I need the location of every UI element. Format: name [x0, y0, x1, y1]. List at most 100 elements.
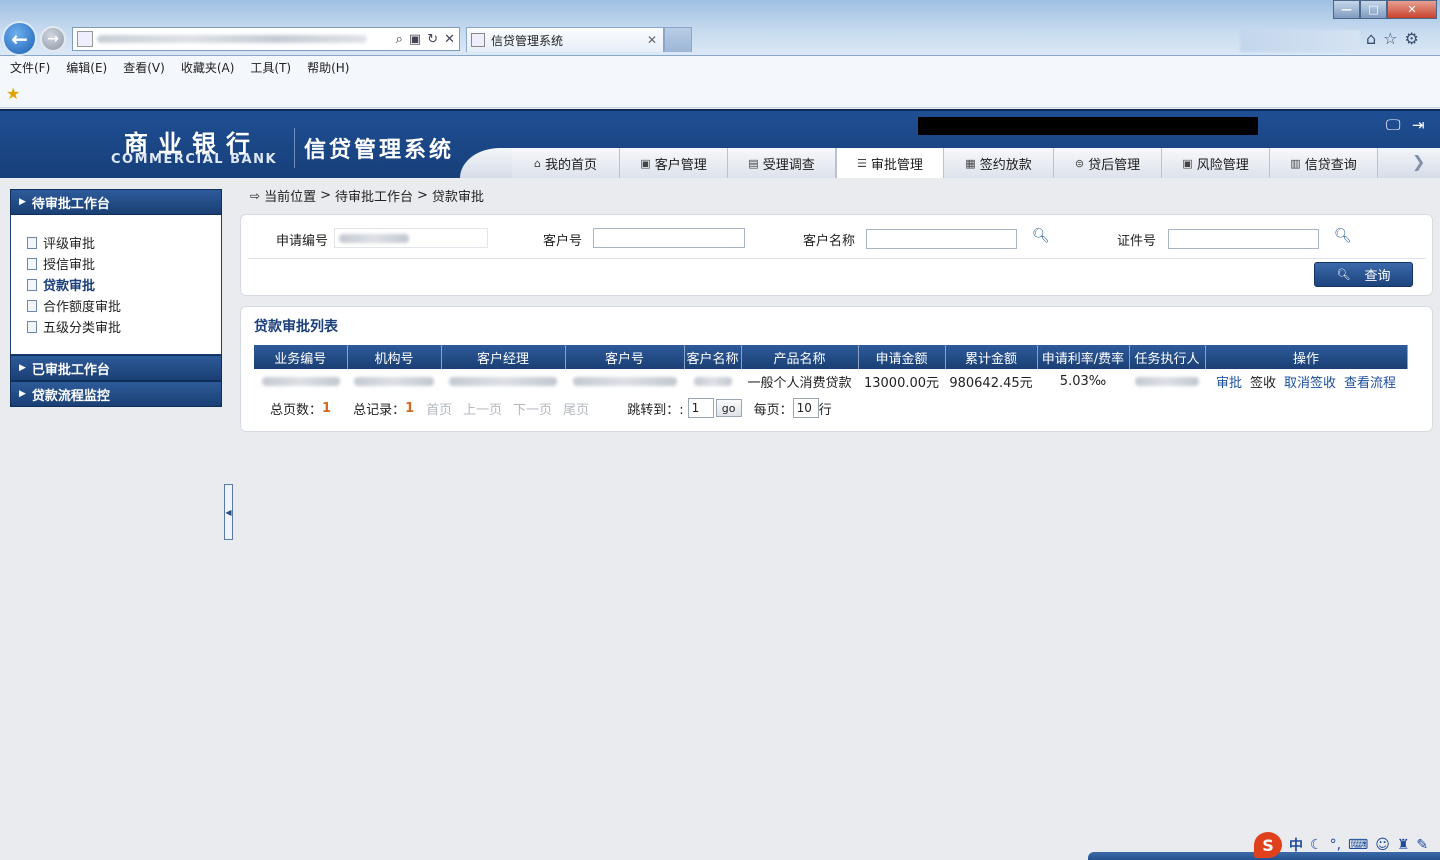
col-org-no[interactable]: 机构号	[347, 345, 442, 369]
prev-page-link[interactable]: 上一页	[463, 399, 502, 418]
risk-icon: ▣	[1182, 156, 1193, 170]
tab-query[interactable]: ▥ 信贷查询	[1270, 148, 1378, 178]
id-no-label: 证件号	[1117, 234, 1157, 249]
search-icon[interactable]: ⌕	[396, 32, 403, 47]
sidebar-collapse-handle[interactable]: ◀	[224, 484, 233, 540]
logout-icon[interactable]: ⇥	[1412, 116, 1425, 134]
pager: 总页数： 1 总记录： 1 首页 上一页 下一页 尾页 跳转到：: 1 go 每…	[270, 398, 832, 418]
tab-risk[interactable]: ▣ 风险管理	[1162, 148, 1270, 178]
stop-icon[interactable]: ✕	[444, 32, 455, 47]
approve-link[interactable]: 审批	[1216, 376, 1242, 391]
favorites-star-icon[interactable]: ☆	[1383, 29, 1397, 48]
customer-no-input[interactable]	[593, 228, 745, 248]
menu-favorites[interactable]: 收藏夹(A)	[181, 59, 235, 76]
moon-icon[interactable]: ☾	[1310, 837, 1323, 853]
customer-name-input[interactable]	[866, 229, 1017, 249]
ie-toolbar-icons: ⌂ ☆ ⚙	[1366, 29, 1419, 48]
sidebar-monitor-header[interactable]: ▶ 贷款流程监控	[10, 381, 222, 407]
col-actions: 操作	[1205, 345, 1408, 369]
menu-view[interactable]: 查看(V)	[123, 59, 165, 76]
query-button[interactable]: 🔍︎ 查询	[1314, 262, 1413, 287]
id-search-icon[interactable]: 🔍︎	[1334, 228, 1352, 244]
app-no-input[interactable]	[334, 228, 488, 248]
tab-close-icon[interactable]: ✕	[647, 33, 657, 47]
maximize-button[interactable]: □	[1360, 0, 1387, 19]
close-window-button[interactable]: ✕	[1387, 0, 1437, 19]
sidebar-item-label: 合作额度审批	[43, 300, 122, 315]
col-rate[interactable]: 申请利率/费率	[1037, 345, 1130, 369]
view-flow-link[interactable]: 查看流程	[1344, 376, 1396, 391]
breadcrumb-level1[interactable]: 待审批工作台	[335, 186, 413, 205]
settings-gear-icon[interactable]: ⚙	[1405, 29, 1419, 48]
wrench-icon[interactable]: ✎	[1416, 837, 1428, 853]
sogou-ime-logo-icon[interactable]: S	[1254, 832, 1282, 858]
menu-file[interactable]: 文件(F)	[10, 59, 50, 76]
document-icon	[27, 257, 37, 270]
last-page-link[interactable]: 尾页	[563, 399, 589, 418]
id-no-input[interactable]	[1168, 229, 1319, 249]
sidebar-pending-header[interactable]: ▶ 待审批工作台	[10, 189, 222, 215]
minimize-button[interactable]: —	[1333, 0, 1360, 19]
per-page-input[interactable]: 10	[792, 398, 819, 418]
ie-search-box[interactable]	[1240, 30, 1360, 52]
caret-right-icon: ▶	[19, 363, 26, 373]
sidebar-item-label: 贷款审批	[43, 279, 96, 294]
col-product[interactable]: 产品名称	[741, 345, 859, 369]
col-executor[interactable]: 任务执行人	[1129, 345, 1206, 369]
keyboard-icon[interactable]: ⌨	[1348, 837, 1368, 853]
tab-label: 风险管理	[1196, 157, 1249, 173]
col-total-amount[interactable]: 累计金额	[945, 345, 1038, 369]
shirt-icon[interactable]: ♜	[1397, 837, 1410, 853]
compat-view-icon[interactable]: ▣	[409, 32, 421, 47]
tab-approval[interactable]: ☰ 审批管理	[836, 148, 944, 178]
table-header-row: 业务编号 机构号 客户经理 客户号 客户名称 产品名称 申请金额 累计金额 申请…	[254, 345, 1408, 369]
next-page-link[interactable]: 下一页	[513, 399, 552, 418]
back-arrow-icon[interactable]: ←	[2, 21, 37, 56]
sidebar-header-label: 已审批工作台	[31, 362, 110, 378]
sign-link[interactable]: 签收	[1250, 376, 1276, 391]
tab-post-loan[interactable]: ⊜ 贷后管理	[1054, 148, 1162, 178]
tab-home[interactable]: ⌂ 我的首页	[512, 148, 620, 178]
refresh-icon[interactable]: ↻	[427, 32, 438, 47]
sidebar-item-credit[interactable]: 授信审批	[27, 254, 95, 273]
tab-customer[interactable]: ▣ 客户管理	[620, 148, 728, 178]
cell-actions: 审批 签收 取消签收 查看流程	[1205, 369, 1407, 393]
sidebar-item-five-class[interactable]: 五级分类审批	[27, 317, 121, 336]
go-button[interactable]: go	[715, 399, 742, 417]
col-business-no[interactable]: 业务编号	[254, 345, 348, 369]
col-apply-amount[interactable]: 申请金额	[858, 345, 946, 369]
monitor-icon[interactable]: 🖵	[1386, 116, 1400, 134]
nav-scroll-right-icon[interactable]: ❯	[1412, 152, 1425, 171]
redacted-value	[572, 376, 677, 386]
ime-mode-indicator[interactable]: 中	[1289, 835, 1303, 855]
new-tab-button[interactable]	[664, 27, 692, 52]
add-favorite-star-icon[interactable]: ★	[6, 84, 20, 103]
jump-page-input[interactable]: 1	[687, 398, 714, 418]
location-icon: ⇨	[250, 188, 261, 203]
forward-arrow-icon[interactable]: →	[40, 26, 66, 52]
col-customer-name[interactable]: 客户名称	[684, 345, 742, 369]
query-button-label: 查询	[1364, 269, 1391, 284]
first-page-link[interactable]: 首页	[426, 399, 452, 418]
sidebar-item-coop-quota[interactable]: 合作额度审批	[27, 296, 121, 315]
address-bar[interactable]: ⌕ ▣ ↻ ✕	[72, 27, 460, 51]
cancel-sign-link[interactable]: 取消签收	[1284, 376, 1336, 391]
tab-contract[interactable]: ▦ 签约放款	[944, 148, 1054, 178]
tab-survey[interactable]: ▤ 受理调查	[728, 148, 836, 178]
browser-tab[interactable]: 信贷管理系统 ✕	[466, 27, 664, 52]
sidebar-approved-header[interactable]: ▶ 已审批工作台	[10, 355, 222, 381]
home-icon[interactable]: ⌂	[1366, 29, 1376, 48]
bank-logo-en: COMMERCIAL BANK	[111, 152, 278, 167]
page-favicon-icon	[77, 31, 93, 47]
customer-search-icon[interactable]: 🔍︎	[1032, 228, 1050, 244]
col-customer-no[interactable]: 客户号	[565, 345, 685, 369]
col-manager[interactable]: 客户经理	[441, 345, 566, 369]
cell-customer-no	[565, 369, 684, 393]
menu-edit[interactable]: 编辑(E)	[66, 59, 107, 76]
sidebar-item-rating[interactable]: 评级审批	[27, 233, 95, 252]
sidebar-item-loan[interactable]: 贷款审批	[27, 275, 95, 294]
user-icon[interactable]: ☺	[1375, 837, 1390, 853]
punctuation-icon[interactable]: °,	[1330, 837, 1341, 853]
menu-tools[interactable]: 工具(T)	[250, 59, 291, 76]
menu-help[interactable]: 帮助(H)	[307, 59, 349, 76]
